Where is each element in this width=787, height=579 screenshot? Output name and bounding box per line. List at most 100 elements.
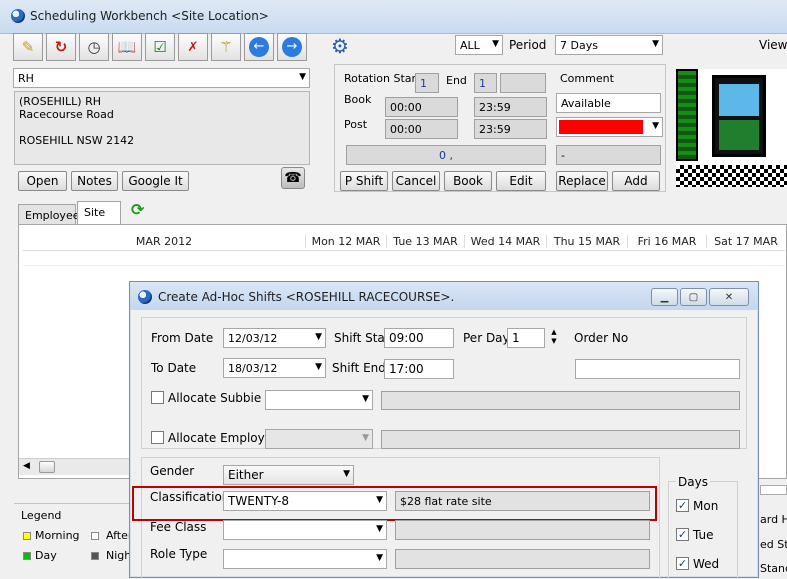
calendar-day-header: Mon 12 MAR [305,235,386,248]
per-day-stepper[interactable]: ▲ ▼ [548,328,560,348]
notes-button[interactable]: Notes [71,171,118,191]
phone-icon[interactable]: ☎ [281,167,305,189]
book-from-field[interactable]: 00:00 [385,97,458,117]
rotation-extra-field [500,73,546,93]
refresh-icon[interactable]: ↻ [46,33,76,61]
period-select[interactable]: 7 Days ▼ [555,35,663,55]
open-button[interactable]: Open [18,171,67,191]
allocate-subbie-detail [381,391,740,410]
post-from-field[interactable]: 00:00 [385,119,458,139]
scroll-left-icon[interactable]: ◀ [23,461,30,471]
chevron-down-icon: ▼ [315,332,322,342]
classification-description: $28 flat rate site [395,491,650,511]
day-tue-checkbox[interactable]: ✓ [676,528,689,541]
rotation-end-field[interactable]: 1 [474,73,497,93]
role-type-select[interactable]: ▼ [223,549,387,569]
day-tue-label: Tue [693,528,714,542]
address-line: (ROSEHILL) RH [19,95,102,108]
legend-panel: Legend Morning Day After Nigh [14,503,129,578]
create-ad-hoc-shifts-dialog: Create Ad-Hoc Shifts <ROSEHILL RACECOURS… [129,281,759,579]
magic-wand-icon[interactable]: ⚚ [211,33,241,61]
allocate-subbie-select[interactable]: ▼ [265,390,373,410]
refresh-arrows-icon[interactable]: ⟳ [131,200,144,219]
chevron-down-icon: ▼ [652,39,659,49]
rotation-start-field[interactable]: 1 [415,73,439,93]
comment-field[interactable]: Available [556,93,661,113]
scrollbar-thumb[interactable] [39,461,55,473]
pdf-icon[interactable]: ✗ [178,33,208,61]
horizontal-scrollbar[interactable]: ◀ [19,458,131,475]
from-date-label: From Date [151,331,214,345]
day-wed-checkbox[interactable]: ✓ [676,557,689,570]
chevron-down-icon: ▼ [492,39,499,49]
right-partial-field [760,485,787,495]
tab-employee[interactable]: Employee [18,204,79,224]
google-it-button[interactable]: Google It [122,171,189,191]
gender-label: Gender [150,464,195,478]
fee-class-label: Fee Class [150,520,207,534]
p-shift-button[interactable]: P Shift [340,171,388,191]
legend-night-label: Nigh [106,549,129,562]
minimize-button[interactable]: ▁ [651,288,678,306]
chevron-down-icon: ▼ [376,553,383,563]
gender-select[interactable]: Either ▼ [223,465,354,485]
allocate-employee-select[interactable]: ▼ [265,429,373,449]
book-button[interactable]: Book [444,171,492,191]
classification-select[interactable]: TWENTY-8 ▼ [223,491,387,511]
rotation-start-label: Rotation Start [344,72,421,85]
shift-start-field[interactable]: 09:00 [384,328,454,348]
chevron-down-icon: ▼ [343,469,350,479]
gears-icon[interactable]: ⚙ [331,34,365,58]
from-date-picker[interactable]: 12/03/12 ▼ [223,328,326,348]
fee-class-select[interactable]: ▼ [223,520,387,540]
day-mon-checkbox[interactable]: ✓ [676,499,689,512]
post-to-field[interactable]: 23:59 [474,119,547,139]
cancel-button[interactable]: Cancel [392,171,440,191]
color-picker[interactable]: ▼ [556,117,663,137]
right-partial-label: Stand [760,562,787,575]
allocate-employee-checkbox[interactable] [151,431,164,444]
close-icon: ✕ [724,291,734,303]
site-address-box: (ROSEHILL) RH Racecourse Road ROSEHILL N… [14,91,310,165]
close-button[interactable]: ✕ [709,288,749,306]
edit-button[interactable]: Edit [496,171,546,191]
clock-icon[interactable]: ◷ [79,33,109,61]
chevron-down-icon: ▼ [376,495,383,505]
back-arrow-icon[interactable]: ← [244,33,274,61]
calendar-day-header: Tue 13 MAR [386,235,464,248]
classification-label: Classification [150,490,230,504]
replace-button[interactable]: Replace [556,171,608,191]
chevron-down-icon: ▼ [376,524,383,534]
dialog-app-icon [138,290,152,304]
rotation-end-label: End [446,74,467,87]
calendar-day-header: Sat 17 MAR [706,235,785,248]
filter-select[interactable]: ALL ▼ [455,35,503,55]
address-line [19,121,305,134]
days-label: Days [676,475,710,489]
legend-morning-label: Morning [35,529,80,542]
main-title-bar: Scheduling Workbench <Site Location> [0,0,787,34]
chevron-down-icon: ▼ [362,433,369,443]
dash-field: - [556,145,661,165]
book-to-field[interactable]: 23:59 [474,97,547,117]
role-type-description [395,549,650,569]
pencil-icon[interactable]: ✎ [13,33,43,61]
forward-arrow-icon[interactable]: → [277,33,307,61]
add-button[interactable]: Add [612,171,660,191]
site-select[interactable]: RH ▼ [13,68,310,88]
order-no-field[interactable] [575,359,740,379]
to-date-picker[interactable]: 18/03/12 ▼ [223,358,326,378]
per-day-field[interactable]: 1 [507,328,545,348]
legend-afternoon-label: After [106,529,129,542]
maximize-button[interactable]: ▢ [680,288,707,306]
address-line: Racecourse Road [19,108,114,121]
right-partial-label: ed Sto [760,538,787,551]
allocate-subbie-checkbox[interactable] [151,391,164,404]
book-icon[interactable]: 📖 [112,33,142,61]
tab-site[interactable]: Site [77,201,121,224]
period-label: Period [509,38,547,52]
shift-end-field[interactable]: 17:00 [384,359,454,379]
checklist-icon[interactable]: ☑ [145,33,175,61]
chevron-down-icon: ▼ [652,121,659,131]
legend-afternoon-swatch [91,532,99,540]
